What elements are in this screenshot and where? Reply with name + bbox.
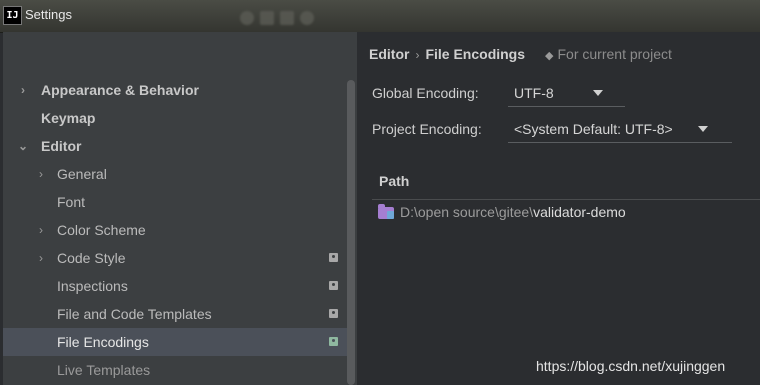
column-header-path[interactable]: Path [379,173,409,189]
tree-item-general[interactable]: › General [3,160,347,188]
path-table-header: Path [372,165,760,200]
breadcrumb-current: File Encodings [425,46,526,62]
step-icon [300,11,314,25]
chevron-right-icon[interactable]: › [35,216,47,244]
project-scope-icon: ◆ [545,50,554,62]
tree-item-label: File Encodings [57,334,149,350]
project-settings-badge-icon [329,281,338,290]
pause-icon [280,11,294,25]
tree-item-editor[interactable]: ⌄ Editor [3,132,347,160]
settings-content: Editor › File Encodings ◆ For current projec… [357,32,760,385]
project-encoding-select[interactable]: <System Default: UTF-8> [508,116,732,143]
tree-item-label: Color Scheme [57,222,146,238]
breadcrumb-separator-icon: › [415,48,420,62]
tree-item-label: Keymap [41,110,96,126]
blurred-toolbar [240,10,320,25]
tree-item-live-templates[interactable]: Live Templates [3,356,347,384]
tree-item-label: File and Code Templates [57,306,212,322]
tree-item-file-code-templates[interactable]: File and Code Templates [3,300,347,328]
project-encoding-value: <System Default: UTF-8> [514,121,673,137]
tree-item-label: Appearance & Behavior [41,82,199,98]
chevron-right-icon[interactable]: › [35,160,47,188]
global-encoding-value: UTF-8 [514,85,554,101]
tree-item-appearance-behavior[interactable]: › Appearance & Behavior [3,76,347,104]
run-icon [240,11,254,25]
app-logo-icon: IJ [3,6,22,25]
project-folder-icon [378,204,394,219]
watermark: https://blog.csdn.net/xujinggen [536,358,726,374]
tree-item-font[interactable]: Font [3,188,347,216]
tree-item-code-style[interactable]: › Code Style [3,244,347,272]
tree-item-keymap[interactable]: Keymap [3,104,347,132]
tree-item-label: Inspections [57,278,128,294]
tree-item-inspections[interactable]: Inspections [3,272,347,300]
project-settings-badge-icon [329,253,338,262]
chevron-right-icon[interactable]: › [35,244,47,272]
sidebar-scrollbar[interactable] [347,80,355,385]
project-encoding-label: Project Encoding: [372,121,482,137]
tree-item-label: General [57,166,107,182]
table-row[interactable]: D:\open source\gitee\validator-demo [372,200,760,228]
project-settings-badge-icon [329,337,338,346]
global-encoding-select[interactable]: UTF-8 [508,80,625,107]
tree-item-file-encodings[interactable]: File Encodings [3,328,347,356]
stop-icon [260,11,274,25]
dropdown-arrow-icon[interactable] [698,126,708,132]
project-settings-badge-icon [329,309,338,318]
tree-item-label: Editor [41,138,82,154]
tree-item-label: Font [57,194,86,210]
dropdown-arrow-icon[interactable] [593,90,603,96]
breadcrumb: Editor › File Encodings ◆ For current projec… [369,46,672,62]
path-prefix: D:\open source\gitee\ [400,204,534,220]
chevron-down-icon[interactable]: ⌄ [17,132,29,160]
global-encoding-label: Global Encoding: [372,85,479,101]
tree-item-label: Live Templates [57,362,151,378]
title-bar: IJ Settings [0,0,760,33]
window-title: Settings [25,7,72,22]
breadcrumb-parent[interactable]: Editor [369,46,409,62]
settings-tree: › Appearance & Behavior Keymap ⌄ Editor … [3,32,357,385]
tree-item-label: Code Style [57,250,126,266]
chevron-right-icon[interactable]: › [17,76,29,104]
scope-label: For current project [557,46,672,62]
tree-item-color-scheme[interactable]: › Color Scheme [3,216,347,244]
path-module: validator-demo [533,204,626,220]
